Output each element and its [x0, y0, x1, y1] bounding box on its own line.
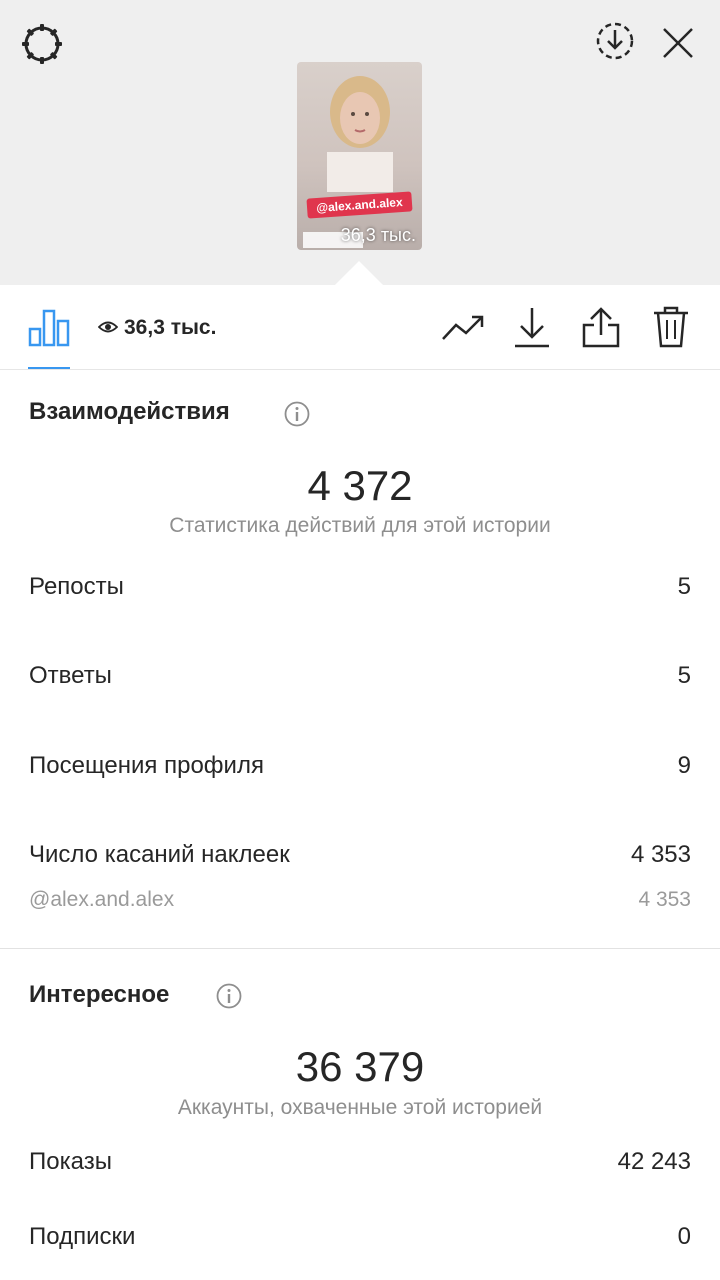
- stat-value: 5: [677, 573, 691, 600]
- stat-label: Посещения профиля: [29, 752, 264, 779]
- stat-row-follows: Подписки 0: [29, 1219, 691, 1255]
- stat-value: 5: [677, 662, 691, 689]
- stat-label: Подписки: [29, 1223, 136, 1250]
- stat-value: 0: [677, 1223, 691, 1250]
- stat-value: 4 353: [630, 841, 691, 868]
- stat-label: Репосты: [29, 573, 124, 600]
- story-views-overlay: 36,3 тыс.: [340, 225, 416, 245]
- discovery-subtitle: Аккаунты, охваченные этой историей: [177, 1096, 543, 1119]
- stat-row-reposts: Репосты 5: [29, 569, 691, 605]
- trash-icon[interactable]: [652, 305, 690, 354]
- info-icon[interactable]: [284, 401, 310, 427]
- stat-value: 4 353: [638, 888, 691, 911]
- interactions-subtitle: Статистика действий для этой истории: [169, 514, 551, 537]
- stat-label: Ответы: [29, 662, 112, 689]
- bar-chart-icon[interactable]: [28, 307, 70, 352]
- active-tab-indicator: [28, 367, 70, 369]
- trending-up-icon[interactable]: [440, 311, 486, 350]
- stat-label: Показы: [29, 1148, 112, 1175]
- stat-row-sticker-mention: @alex.and.alex 4 353: [29, 882, 691, 918]
- story-preview-area: @alex.and.alex 36,3 тыс.: [0, 0, 720, 310]
- stat-row-profile-visits: Посещения профиля 9: [29, 748, 691, 784]
- story-action-bar: 36,3 тыс.: [0, 285, 720, 370]
- stat-label: @alex.and.alex: [29, 888, 175, 911]
- views-count-label: 36,3 тыс.: [124, 316, 217, 339]
- stat-value: 9: [677, 752, 691, 779]
- interactions-title: Взаимодействия: [29, 398, 230, 425]
- stat-value: 42 243: [617, 1148, 691, 1175]
- stat-row-sticker-taps: Число касаний наклеек 4 353: [29, 837, 691, 873]
- discovery-title: Интересное: [29, 981, 170, 1008]
- story-person-image: [327, 76, 393, 192]
- eye-icon: [97, 313, 124, 343]
- close-icon[interactable]: [660, 25, 696, 66]
- interactions-total: 4 372: [307, 462, 413, 509]
- info-icon[interactable]: [216, 983, 242, 1009]
- views-count: 36,3 тыс.: [97, 313, 217, 343]
- gear-icon[interactable]: [20, 22, 64, 71]
- download-icon[interactable]: [512, 305, 552, 354]
- mention-sticker[interactable]: @alex.and.alex: [306, 191, 413, 219]
- story-thumbnail[interactable]: @alex.and.alex 36,3 тыс.: [297, 62, 422, 250]
- stat-label: Число касаний наклеек: [29, 841, 290, 868]
- section-divider: [0, 948, 720, 949]
- discovery-total: 36 379: [295, 1043, 425, 1090]
- share-icon[interactable]: [580, 305, 622, 354]
- stat-row-replies: Ответы 5: [29, 658, 691, 694]
- stat-row-impressions: Показы 42 243: [29, 1144, 691, 1180]
- download-circle-icon[interactable]: [594, 20, 636, 67]
